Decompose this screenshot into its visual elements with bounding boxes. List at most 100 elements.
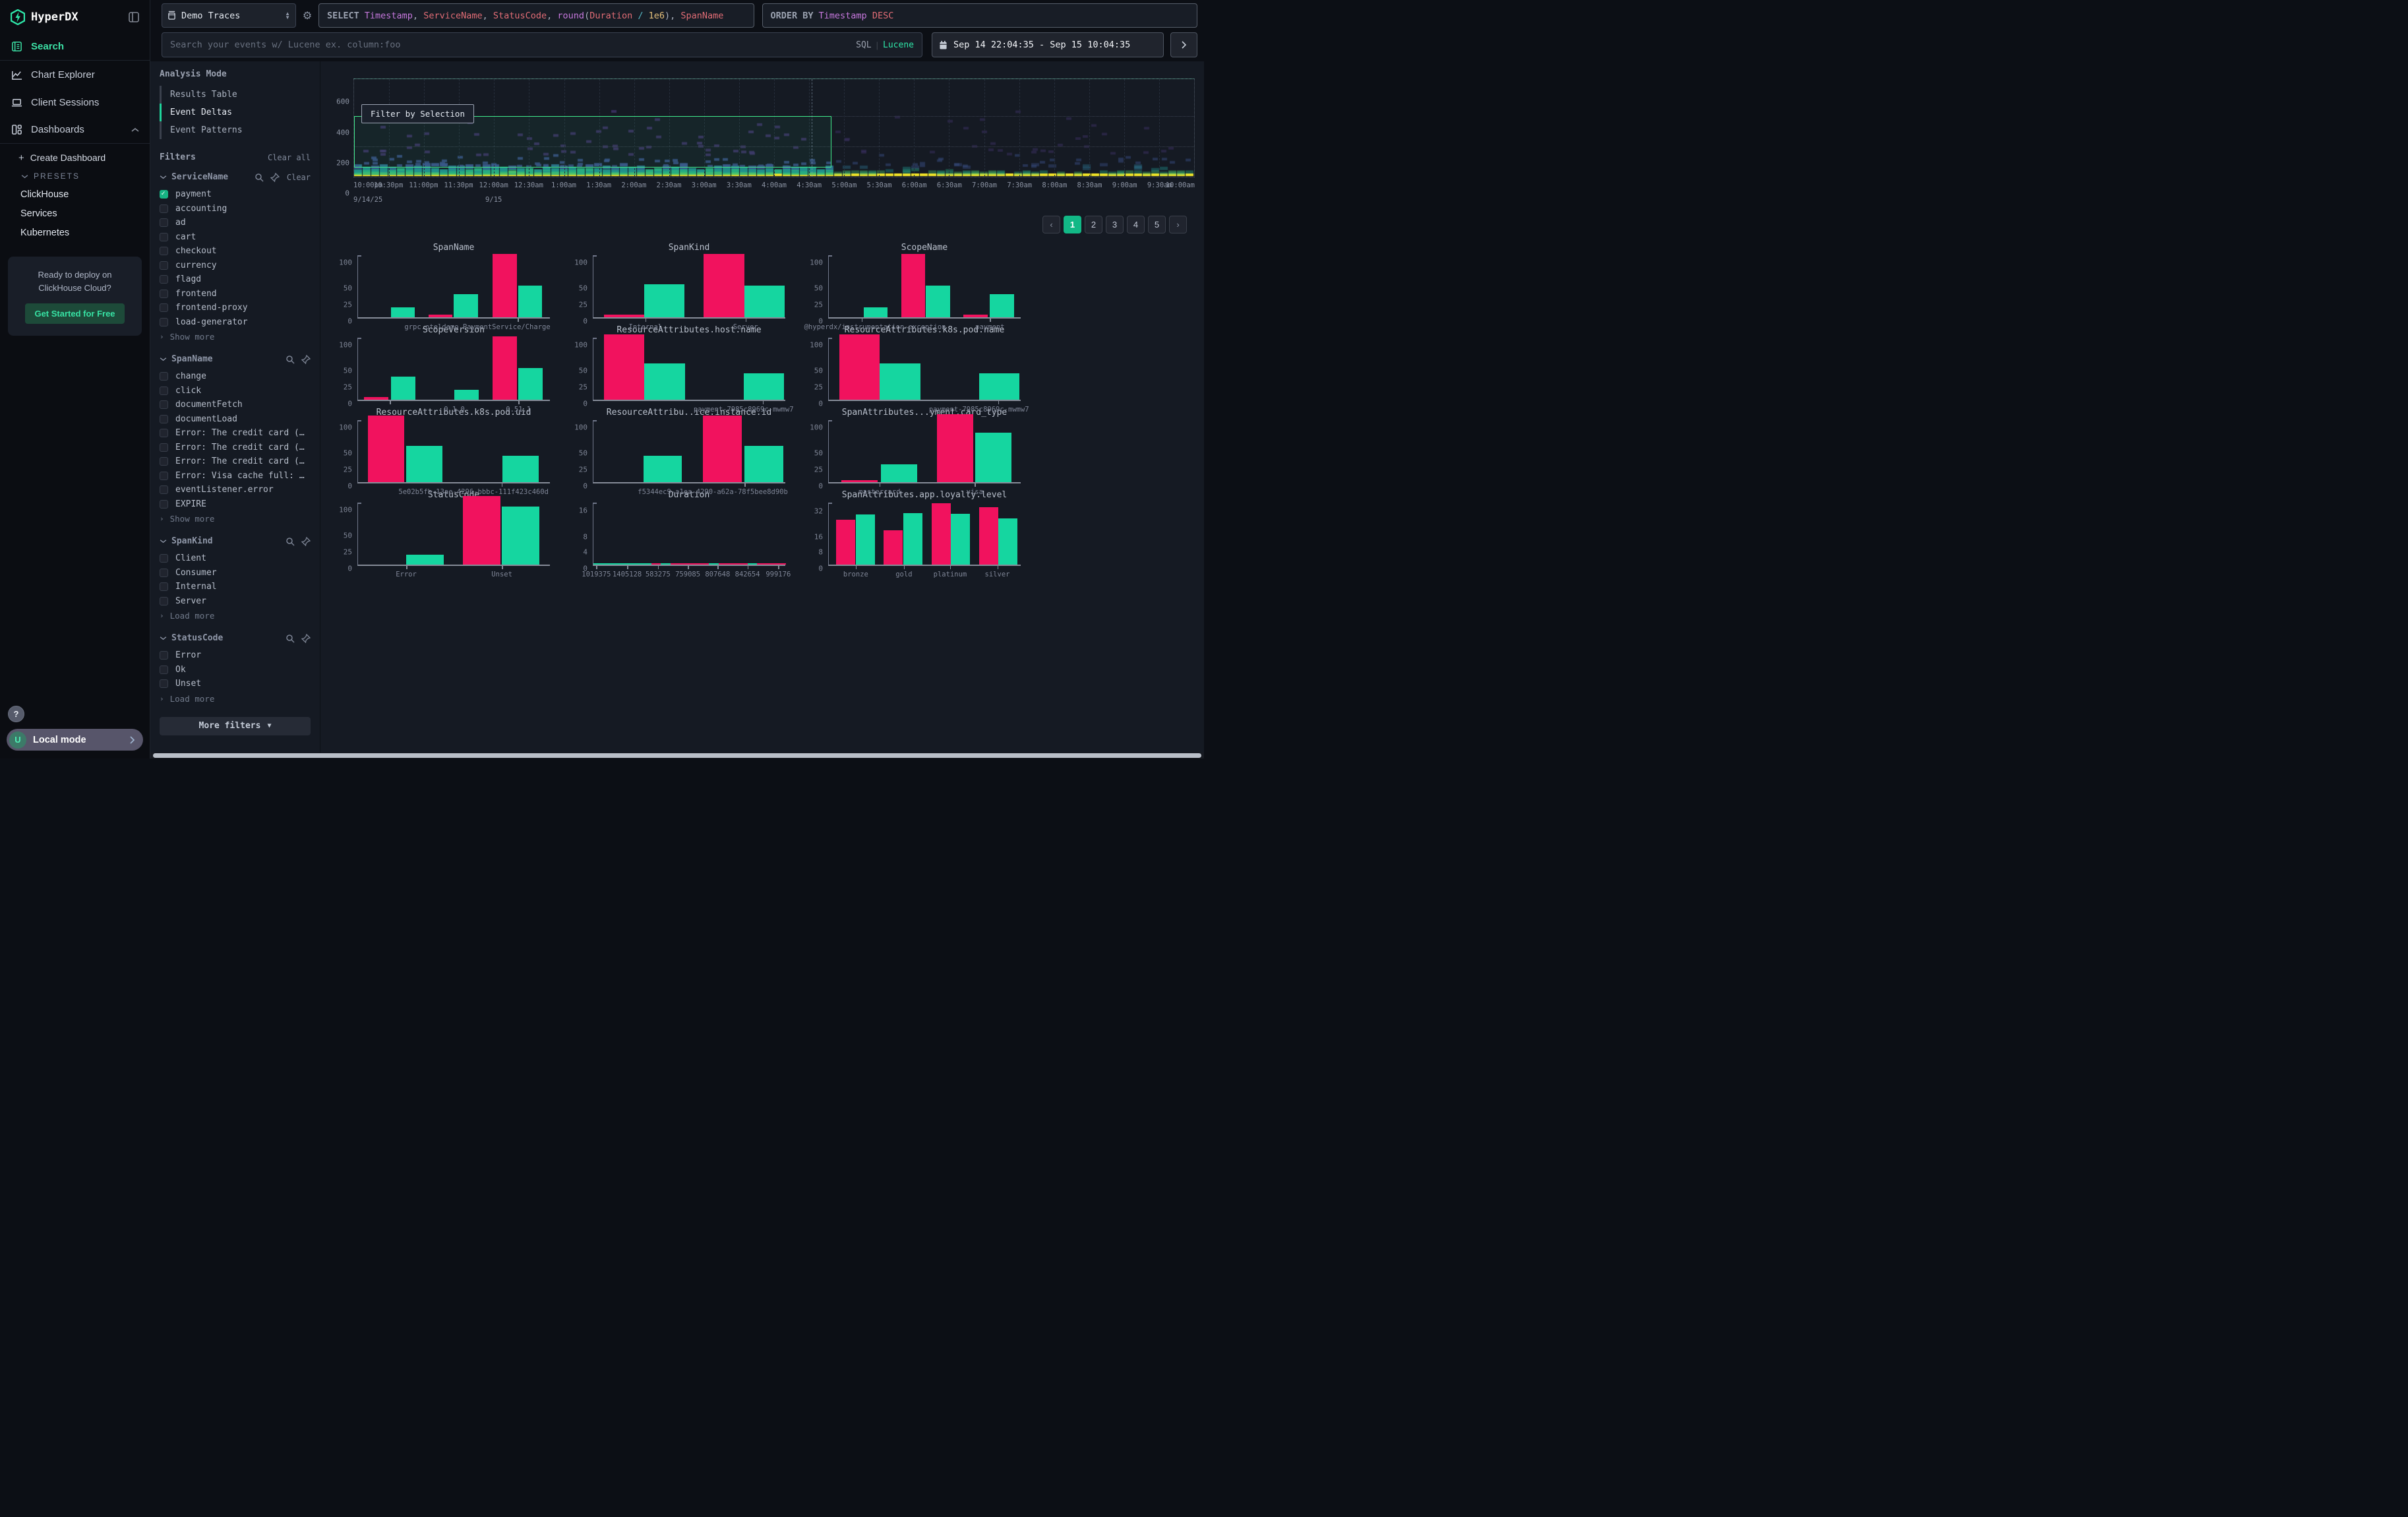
filter-option[interactable]: Error: The credit card (… [160,426,311,441]
bar[interactable] [391,377,415,400]
bar[interactable] [836,520,855,565]
checkbox[interactable] [160,666,168,674]
bar[interactable] [979,373,1019,400]
pagination-page-button[interactable]: 4 [1127,216,1145,233]
checkbox[interactable] [160,457,168,466]
bar[interactable] [502,507,539,565]
bar[interactable] [429,315,453,317]
gear-icon[interactable]: ⚙ [296,9,318,22]
analysis-mode-item[interactable]: Results Table [160,86,311,104]
create-dashboard-button[interactable]: + Create Dashboard [0,148,150,168]
checkbox[interactable] [160,247,168,255]
checkbox[interactable] [160,303,168,312]
filter-option[interactable]: Error: The credit card (… [160,454,311,469]
bar[interactable] [454,294,478,317]
bar[interactable] [728,563,738,565]
bar[interactable] [700,563,709,565]
load-more-button[interactable]: ›Load more [160,691,311,706]
sidebar-item-services[interactable]: Services [0,204,150,223]
bar[interactable] [680,563,690,565]
bar[interactable] [613,563,622,565]
bar[interactable] [884,530,903,565]
chevron-down-icon[interactable] [160,175,167,179]
pin-icon[interactable] [270,173,280,182]
sidebar-item-chart-explorer[interactable]: Chart Explorer [0,61,150,88]
filter-group-name[interactable]: SpanName [171,354,279,364]
bar[interactable] [651,563,661,565]
filter-option[interactable]: frontend [160,287,311,301]
bar[interactable] [744,373,784,400]
pin-icon[interactable] [301,634,311,643]
bar[interactable] [368,416,404,482]
checkbox[interactable] [160,500,168,509]
filter-option[interactable]: accounting [160,202,311,216]
filter-group-name[interactable]: SpanKind [171,536,279,546]
load-more-button[interactable]: ›Show more [160,511,311,526]
bar[interactable] [642,563,651,565]
bar[interactable] [622,563,632,565]
pagination-page-button[interactable]: 1 [1064,216,1081,233]
bar[interactable] [963,315,987,317]
sidebar-item-kubernetes[interactable]: Kubernetes [0,223,150,242]
bar[interactable] [903,513,922,565]
chevron-down-icon[interactable] [160,636,167,640]
bar[interactable] [644,456,682,482]
checkbox[interactable] [160,275,168,284]
bar[interactable] [841,480,878,482]
sidebar-item-dashboards[interactable]: Dashboards [0,116,150,144]
pagination-prev-button[interactable]: ‹ [1042,216,1060,233]
analysis-mode-item[interactable]: Event Deltas [160,104,311,121]
checkbox[interactable] [160,485,168,494]
filter-option[interactable]: Internal [160,580,311,594]
bar[interactable] [979,507,998,565]
bar[interactable] [690,563,700,565]
bar[interactable] [926,286,949,317]
checkbox[interactable] [160,679,168,688]
bar[interactable] [709,563,719,565]
collapse-sidebar-icon[interactable] [127,11,140,24]
bar[interactable] [704,254,744,317]
checkbox[interactable] [160,290,168,298]
bar[interactable] [932,503,951,565]
sidebar-item-clickhouse[interactable]: ClickHouse [0,185,150,204]
bar[interactable] [767,563,777,565]
selection-box[interactable] [354,116,831,168]
bar[interactable] [937,414,973,482]
bar[interactable] [593,563,603,565]
bar[interactable] [502,456,539,482]
checkbox[interactable] [160,400,168,409]
run-query-button[interactable] [1170,32,1197,57]
checkbox[interactable] [160,372,168,381]
time-range-picker[interactable]: Sep 14 22:04:35 - Sep 15 10:04:35 [932,32,1164,57]
filter-group-name[interactable]: ServiceName [171,172,248,182]
checkbox[interactable] [160,318,168,326]
filter-option[interactable]: Unset [160,677,311,691]
presets-toggle[interactable]: PRESETS [0,168,150,185]
bar[interactable] [975,433,1011,482]
bar[interactable] [881,464,917,482]
checkbox[interactable] [160,233,168,241]
bar[interactable] [671,563,680,565]
filter-option[interactable]: documentLoad [160,412,311,427]
bar[interactable] [364,397,388,400]
chevron-down-icon[interactable] [160,539,167,543]
search-input[interactable] [170,40,856,50]
filter-option[interactable]: eventListener.error [160,483,311,497]
bar[interactable] [738,563,748,565]
checkbox[interactable] [160,554,168,563]
analysis-mode-item[interactable]: Event Patterns [160,121,311,139]
scrollbar-thumb[interactable] [153,753,1201,758]
bar[interactable] [644,284,684,317]
checkbox[interactable] [160,415,168,423]
chevron-up-icon[interactable] [131,124,139,135]
bar[interactable] [493,336,517,400]
load-more-button[interactable]: ›Load more [160,608,311,623]
checkbox[interactable] [160,443,168,452]
sql-select-input[interactable]: SELECT Timestamp, ServiceName, StatusCod… [318,3,754,28]
filter-by-selection-button[interactable]: Filter by Selection [361,104,474,123]
horizontal-scrollbar[interactable] [150,753,1204,758]
sidebar-item-client-sessions[interactable]: Client Sessions [0,88,150,116]
get-started-button[interactable]: Get Started for Free [25,303,124,324]
bar[interactable] [661,563,671,565]
bar[interactable] [901,254,925,317]
